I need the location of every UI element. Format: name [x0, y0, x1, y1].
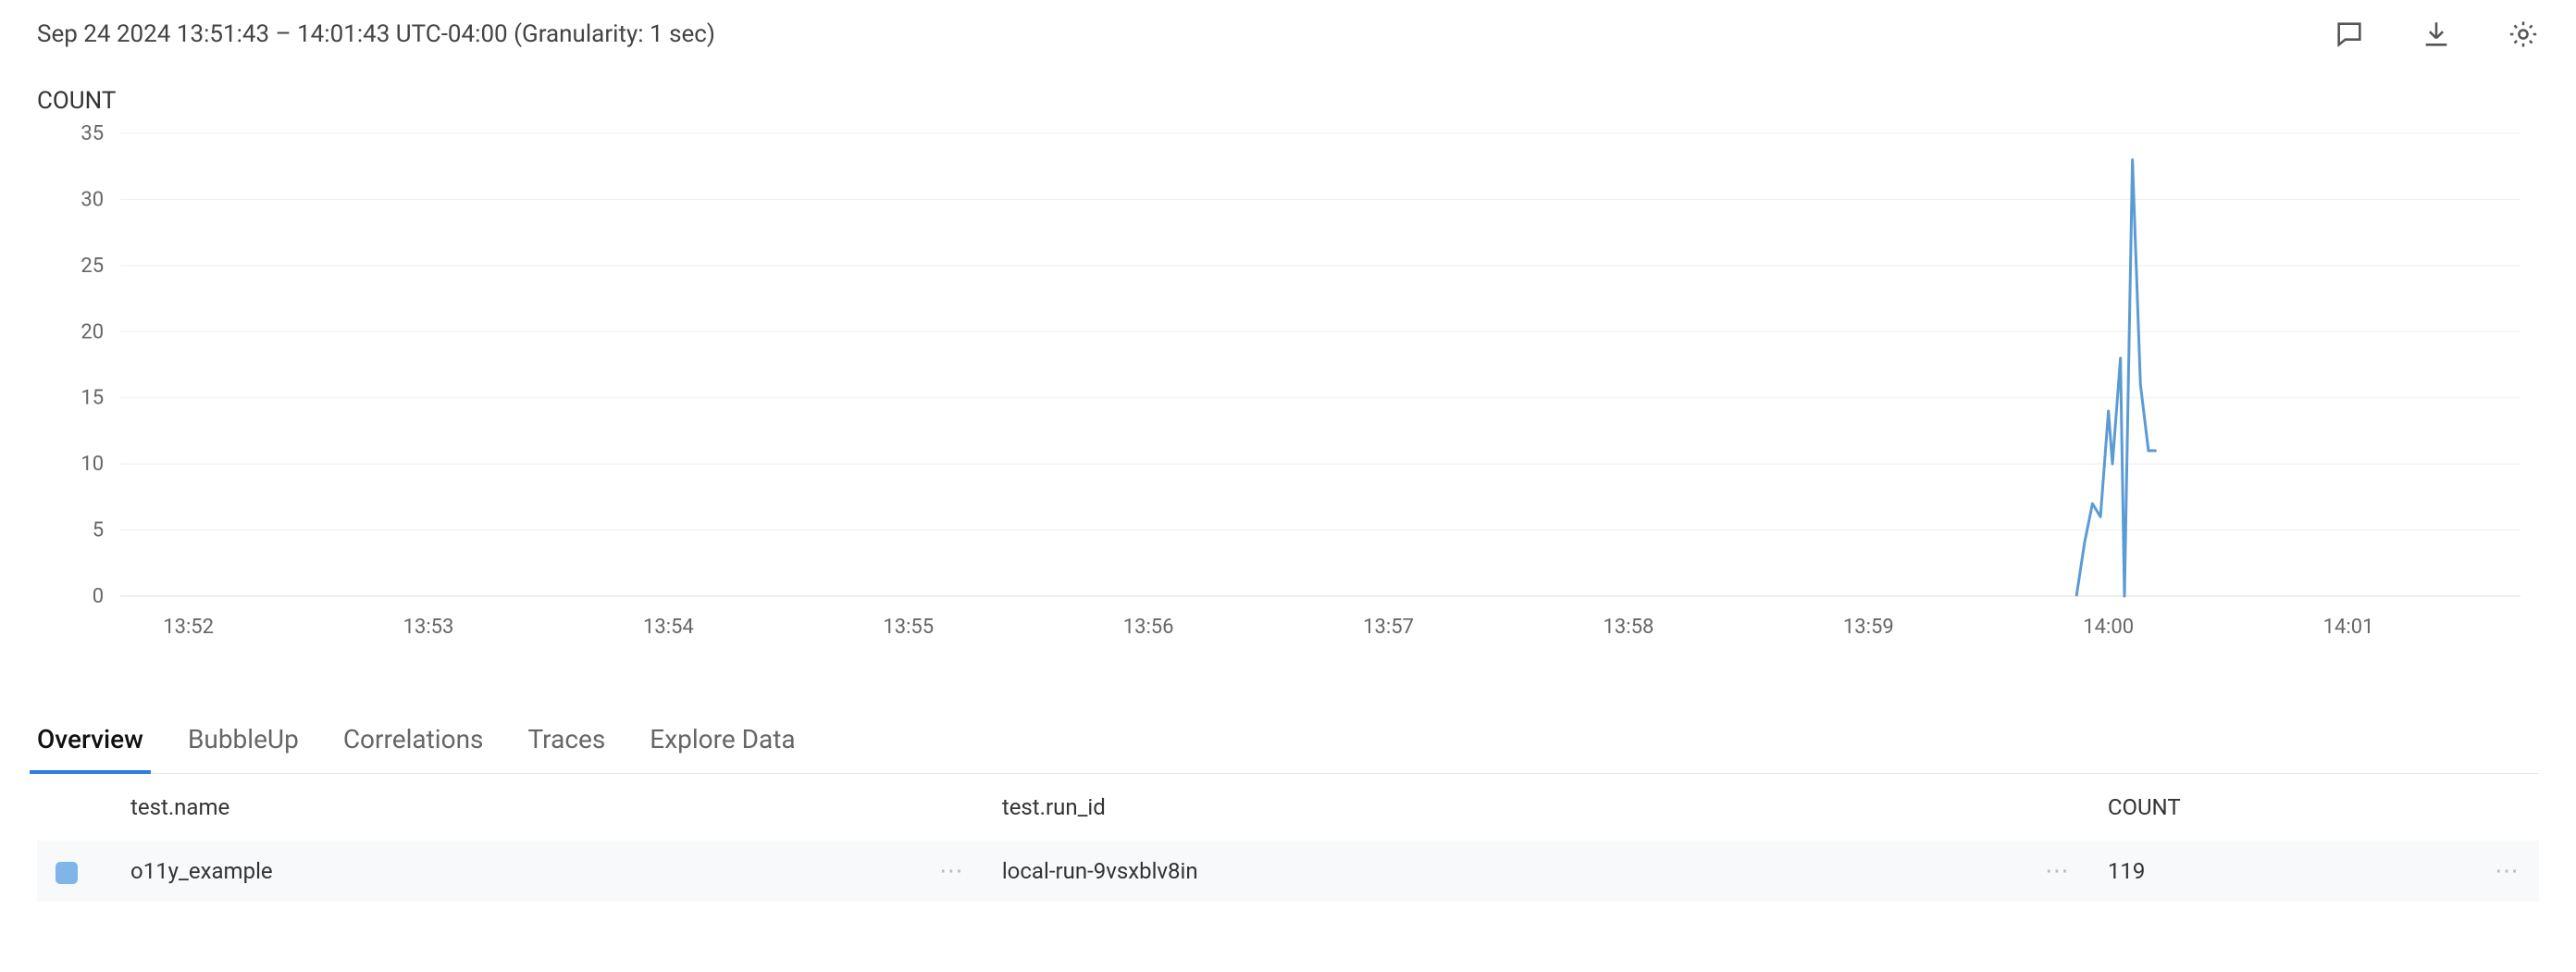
cell-count: 119 — [2089, 841, 2464, 902]
svg-text:14:01: 14:01 — [2323, 616, 2374, 639]
more-icon[interactable]: ⋯ — [2045, 857, 2071, 885]
cell-test-name: o11y_example — [112, 841, 909, 902]
col-header-count[interactable]: COUNT — [2089, 774, 2464, 841]
svg-text:25: 25 — [80, 255, 104, 278]
series-swatch — [56, 862, 78, 884]
svg-text:13:58: 13:58 — [1604, 616, 1654, 639]
svg-text:20: 20 — [80, 320, 104, 343]
tab-bubbleup[interactable]: BubbleUp — [188, 713, 299, 773]
svg-text:13:59: 13:59 — [1843, 616, 1894, 639]
col-header-test-name[interactable]: test.name — [112, 774, 909, 841]
svg-text:13:56: 13:56 — [1123, 616, 1174, 639]
download-icon[interactable] — [2421, 19, 2452, 50]
svg-text:13:55: 13:55 — [883, 616, 934, 639]
comment-icon[interactable] — [2334, 19, 2365, 50]
tab-correlations[interactable]: Correlations — [343, 713, 484, 773]
tab-explore-data[interactable]: Explore Data — [650, 713, 795, 773]
chart[interactable]: 0 5 10 15 20 25 30 35 13:52 13:53 13:54 13:55 13:56 1… — [37, 124, 2539, 667]
svg-text:30: 30 — [80, 188, 104, 211]
header: Sep 24 2024 13:51:43 – 14:01:43 UTC-04:0… — [37, 19, 2539, 50]
svg-text:5: 5 — [93, 519, 104, 542]
svg-text:13:57: 13:57 — [1363, 616, 1414, 639]
tabs: Overview BubbleUp Correlations Traces Explor… — [37, 713, 2539, 774]
svg-text:14:00: 14:00 — [2083, 616, 2134, 639]
col-header-run-id[interactable]: test.run_id — [984, 774, 2014, 841]
cell-run-id: local-run-9vsxblv8in — [984, 841, 2014, 902]
svg-text:13:54: 13:54 — [643, 616, 694, 639]
tab-traces[interactable]: Traces — [527, 713, 605, 773]
chart-title: COUNT — [37, 87, 2539, 115]
results-table: test.name test.run_id COUNT o11y_example… — [37, 774, 2539, 902]
gear-icon[interactable] — [2508, 19, 2539, 50]
time-range-label: Sep 24 2024 13:51:43 – 14:01:43 UTC-04:0… — [37, 20, 715, 48]
svg-text:15: 15 — [80, 387, 104, 410]
table-row[interactable]: o11y_example ⋯ local-run-9vsxblv8in ⋯ 119 ⋯ — [37, 841, 2539, 902]
tab-overview[interactable]: Overview — [37, 713, 143, 773]
svg-text:10: 10 — [80, 453, 104, 476]
svg-text:0: 0 — [93, 585, 104, 608]
svg-text:13:53: 13:53 — [403, 616, 454, 639]
svg-text:35: 35 — [80, 124, 104, 145]
more-icon[interactable]: ⋯ — [2495, 857, 2520, 885]
header-actions — [2334, 19, 2539, 50]
svg-text:13:52: 13:52 — [163, 616, 214, 639]
more-icon[interactable]: ⋯ — [939, 857, 965, 885]
